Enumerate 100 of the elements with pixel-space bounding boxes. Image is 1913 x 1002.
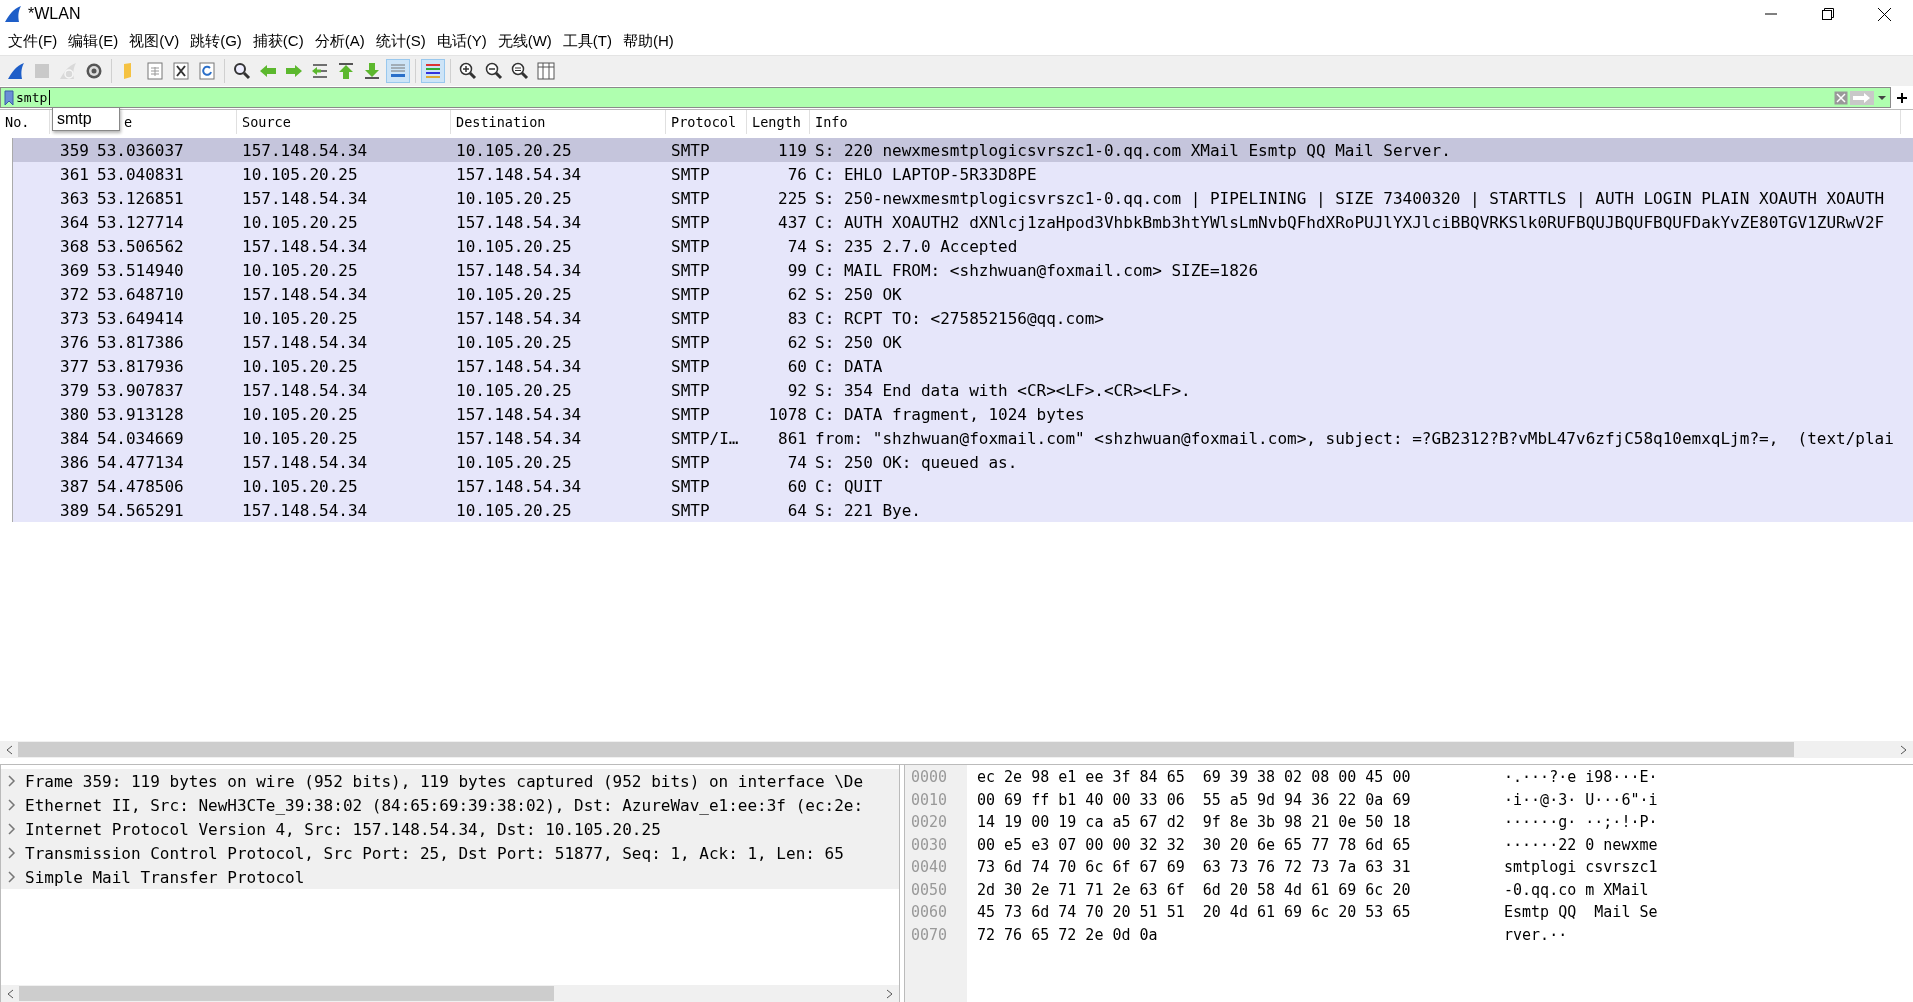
packet-row[interactable]: 384 54.034669 10.105.20.25 157.148.54.34 SMTP/I… 861 from: "shzhwuan@foxmail.com" <shzhwuan@foxmail.com>, subject: =?GB2312?B?vMbL47v6zfjC58q10emxqLjm?=, (text/plai bbox=[12, 426, 1913, 450]
table-cell-text: C: AUTH XOAUTH2 dXNlcj1zaHpod3VhbkBmb3htYWlsLmNvbQFhdXRoPUJlYXJlciBBQVRKSlk0RUFBQUJBQUFBQUFDakYvZE80TGV1ZURwV2F bbox=[814, 212, 1886, 232]
table-cell-text: 64 bbox=[786, 500, 808, 520]
packet-row[interactable]: 389 54.565291 157.148.54.34 10.105.20.25 SMTP 64 S: 221 Bye. bbox=[12, 498, 1913, 522]
packet-row[interactable]: 373 53.649414 10.105.20.25 157.148.54.34 SMTP 83 C: RCPT TO: <275852156@qq.com> bbox=[12, 306, 1913, 330]
menu-item[interactable]: 捕获(C) bbox=[248, 30, 311, 53]
packet-row[interactable]: 376 53.817386 157.148.54.34 10.105.20.25 SMTP 62 S: 250 OK bbox=[12, 330, 1913, 354]
table-cell-text: 119 bbox=[777, 140, 808, 160]
packet-row[interactable]: 368 53.506562 157.148.54.34 10.105.20.25 SMTP 74 S: 235 2.7.0 Accepted bbox=[12, 234, 1913, 258]
table-cell-text: 157.148.54.34 bbox=[241, 188, 369, 208]
table-cell-text: 861 bbox=[777, 428, 808, 448]
restore-icon bbox=[1821, 8, 1834, 20]
table-cell-text: 1078 bbox=[767, 404, 808, 424]
hex-bytes: 73 6d 74 70 6c 6f 67 69 63 73 76 72 73 7a 63 31 bbox=[977, 858, 1412, 878]
ascii-bytes: smtplogi csvrszc1 bbox=[1504, 858, 1658, 878]
packet-row[interactable]: 369 53.514940 10.105.20.25 157.148.54.34 SMTP 99 C: MAIL FROM: <shzhwuan@foxmail.com> SIZE=1826 bbox=[12, 258, 1913, 282]
menu-item[interactable]: 帮助(H) bbox=[618, 30, 681, 53]
menu-item[interactable]: 工具(T) bbox=[558, 30, 619, 53]
table-cell-text: 10.105.20.25 bbox=[455, 188, 573, 208]
chevron-right-icon[interactable] bbox=[7, 871, 17, 883]
table-cell-text: 364 bbox=[59, 212, 90, 232]
table-cell-text: 157.148.54.34 bbox=[455, 476, 583, 496]
zoom-in-icon bbox=[459, 62, 477, 80]
tree-item[interactable]: Frame 359: 119 bytes on wire (952 bits), 119 bytes captured (952 bits) on interface \De bbox=[1, 769, 899, 793]
table-cell-text: 53.127714 bbox=[96, 212, 185, 232]
table-cell-text: 74 bbox=[786, 452, 808, 472]
packet-row[interactable]: 359 53.036037 157.148.54.34 10.105.20.25 SMTP 119 S: 220 newxmesmtplogicsvrszc1-0.qq.com XMail Esmtp QQ Mail Server. bbox=[12, 138, 1913, 162]
table-cell-text: 10.105.20.25 bbox=[241, 308, 359, 328]
packet-row[interactable]: 386 54.477134 157.148.54.34 10.105.20.25 SMTP 74 S: 250 OK: queued as. bbox=[12, 450, 1913, 474]
column-header[interactable]: Source bbox=[237, 110, 451, 134]
clear-icon[interactable] bbox=[1834, 90, 1848, 105]
packet-row[interactable]: 380 53.913128 10.105.20.25 157.148.54.34 SMTP 1078 C: DATA fragment, 1024 bytes bbox=[12, 402, 1913, 426]
tree-item[interactable]: Simple Mail Transfer Protocol bbox=[1, 865, 899, 889]
table-cell-text: S: 250 OK bbox=[814, 284, 903, 304]
tree-item[interactable]: Internet Protocol Version 4, Src: 157.148.54.34, Dst: 10.105.20.25 bbox=[1, 817, 899, 841]
tree-item[interactable]: Transmission Control Protocol, Src Port: 25, Dst Port: 51877, Seq: 1, Ack: 1, Len: 65 bbox=[1, 841, 899, 865]
ascii-bytes: Esmtp QQ Mail Se bbox=[1504, 903, 1658, 923]
table-cell-text: 379 bbox=[59, 380, 90, 400]
close-icon bbox=[1878, 7, 1891, 21]
menu-item[interactable]: 跳转(G) bbox=[186, 30, 249, 53]
chevron-right-icon[interactable] bbox=[7, 847, 17, 859]
table-cell-text: SMTP bbox=[670, 404, 711, 424]
table-cell-text: 437 bbox=[777, 212, 808, 232]
column-header[interactable]: Protocol bbox=[666, 110, 747, 134]
table-cell-text: 157.148.54.34 bbox=[455, 404, 583, 424]
menu-item[interactable]: 分析(A) bbox=[310, 30, 372, 53]
table-cell-text: S: 220 newxmesmtplogicsvrszc1-0.qq.com XMail Esmtp QQ Mail Server. bbox=[814, 140, 1452, 160]
table-cell-text: 157.148.54.34 bbox=[241, 500, 369, 520]
table-cell-text: 10.105.20.25 bbox=[455, 380, 573, 400]
table-cell-text: S: 354 End data with <CR><LF>.<CR><LF>. bbox=[814, 380, 1192, 400]
packet-row[interactable]: 364 53.127714 10.105.20.25 157.148.54.34 SMTP 437 C: AUTH XOAUTH2 dXNlcj1zaHpod3VhbkBmb3htYWlsLmNvbQFhdXRoPUJlYXJlciBBQVRKSlk0RUFBQUJBQUFBQUFDakYvZE80TGV1ZURwV2F bbox=[12, 210, 1913, 234]
column-header[interactable]: Length bbox=[747, 110, 810, 134]
chevron-right-icon[interactable] bbox=[7, 823, 17, 835]
chevron-right-icon[interactable] bbox=[7, 775, 17, 787]
packet-row[interactable]: 387 54.478506 10.105.20.25 157.148.54.34 SMTP 60 C: QUIT bbox=[12, 474, 1913, 498]
menu-item[interactable]: 编辑(E) bbox=[64, 30, 126, 53]
shark-fin-icon bbox=[4, 5, 22, 23]
menu-item[interactable]: 文件(F) bbox=[4, 30, 65, 53]
packet-row[interactable]: 372 53.648710 157.148.54.34 10.105.20.25 SMTP 62 S: 250 OK bbox=[12, 282, 1913, 306]
menu-item[interactable]: 视图(V) bbox=[125, 30, 187, 53]
toggle-button[interactable] bbox=[386, 59, 410, 83]
byte-offset: 0020 bbox=[910, 813, 949, 833]
byte-offset: 0050 bbox=[910, 880, 949, 901]
table-cell-text: 157.148.54.34 bbox=[241, 140, 369, 160]
hex-bytes: 00 69 ff b1 40 00 33 06 55 a5 9d 94 36 22 0a 69 bbox=[977, 790, 1412, 811]
horizontal-scrollbar[interactable] bbox=[0, 741, 1913, 758]
arrow-down-icon bbox=[363, 62, 381, 80]
menu-item[interactable]: 无线(W) bbox=[493, 30, 559, 53]
table-cell-text: C: DATA fragment, 1024 bytes bbox=[814, 404, 1086, 424]
table-cell-text: 10.105.20.25 bbox=[455, 284, 573, 304]
toggle-button[interactable] bbox=[421, 59, 445, 83]
autocomplete-menu[interactable]: smtp bbox=[52, 107, 120, 131]
table-cell-text: 369 bbox=[59, 260, 90, 280]
column-header[interactable]: No. bbox=[0, 110, 50, 134]
menu-item[interactable]: 电话(Y) bbox=[432, 30, 494, 53]
packet-row[interactable]: 361 53.040831 10.105.20.25 157.148.54.34 SMTP 76 C: EHLO LAPTOP-5R33D8PE bbox=[12, 162, 1913, 186]
table-cell-text: 53.514940 bbox=[96, 260, 185, 280]
tree-item-text: Simple Mail Transfer Protocol bbox=[25, 867, 305, 887]
column-header[interactable]: Info bbox=[810, 110, 1901, 134]
table-cell-text: 386 bbox=[59, 452, 90, 472]
chevron-left-icon bbox=[5, 744, 13, 755]
tree-item[interactable]: Ethernet II, Src: NewH3CTe_39:38:02 (84:65:69:39:38:02), Dst: AzureWav_e1:ee:3f (ec:2e: bbox=[1, 793, 899, 817]
display-filter-field[interactable]: smtp bbox=[0, 87, 1891, 108]
packet-row[interactable]: 379 53.907837 157.148.54.34 10.105.20.25 SMTP 92 S: 354 End data with <CR><LF>.<CR><LF>. bbox=[12, 378, 1913, 402]
table-cell-text: 60 bbox=[786, 476, 808, 496]
packet-row[interactable]: 377 53.817936 10.105.20.25 157.148.54.34 SMTP 60 C: DATA bbox=[12, 354, 1913, 378]
table-cell-text: 54.565291 bbox=[96, 500, 185, 520]
horizontal-scrollbar[interactable] bbox=[1, 985, 899, 1002]
table-cell-text: 53.506562 bbox=[96, 236, 185, 256]
chevron-right-icon[interactable] bbox=[7, 799, 17, 811]
table-cell-text: 99 bbox=[786, 260, 808, 280]
packet-row[interactable]: 363 53.126851 157.148.54.34 10.105.20.25 SMTP 225 S: 250-newxmesmtplogicsvrszc1-0.qq.com | PIPELINING | SIZE 73400320 | STARTTLS | AUTH LOGIN PLAIN XOAUTH XOAUTH bbox=[12, 186, 1913, 210]
table-cell-text: 157.148.54.34 bbox=[455, 308, 583, 328]
window-title: *WLAN bbox=[28, 5, 81, 23]
column-header[interactable]: Destination bbox=[451, 110, 666, 134]
table-cell-text: C: MAIL FROM: <shzhwuan@foxmail.com> SIZE=1826 bbox=[814, 260, 1260, 280]
table-cell-text: 10.105.20.25 bbox=[241, 476, 359, 496]
menu-item[interactable]: 统计(S) bbox=[371, 30, 433, 53]
tree-item-text: Frame 359: 119 bytes on wire (952 bits), 119 bytes captured (952 bits) on interface \De bbox=[25, 771, 864, 791]
table-cell-text: 157.148.54.34 bbox=[455, 428, 583, 448]
